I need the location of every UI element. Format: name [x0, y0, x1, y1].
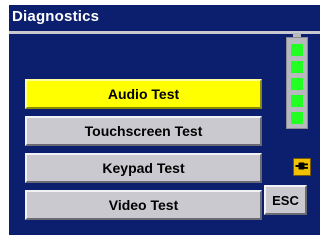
battery-segment	[291, 44, 303, 56]
video-test-label: Video Test	[108, 197, 179, 213]
esc-label: ESC	[272, 192, 299, 208]
page-title: Diagnostics	[12, 8, 100, 25]
battery-segment	[291, 112, 303, 124]
battery-segment	[291, 61, 303, 73]
power-plug-icon	[293, 158, 311, 176]
battery-icon	[286, 37, 308, 129]
audio-test-button[interactable]: Audio Test	[25, 79, 262, 109]
keypad-test-label: Keypad Test	[102, 160, 185, 176]
touchscreen-test-label: Touchscreen Test	[84, 123, 203, 139]
esc-button[interactable]: ESC	[264, 185, 307, 215]
keypad-test-button[interactable]: Keypad Test	[25, 153, 262, 183]
audio-test-label: Audio Test	[107, 86, 180, 102]
title-divider	[9, 31, 320, 34]
power-plug-icon-svg	[295, 162, 308, 170]
video-test-button[interactable]: Video Test	[25, 190, 262, 220]
screen: Diagnostics Audio Test Touchscreen Test …	[0, 0, 336, 241]
touchscreen-test-button[interactable]: Touchscreen Test	[25, 116, 262, 146]
battery-segment	[291, 95, 303, 107]
battery-segment	[291, 78, 303, 90]
